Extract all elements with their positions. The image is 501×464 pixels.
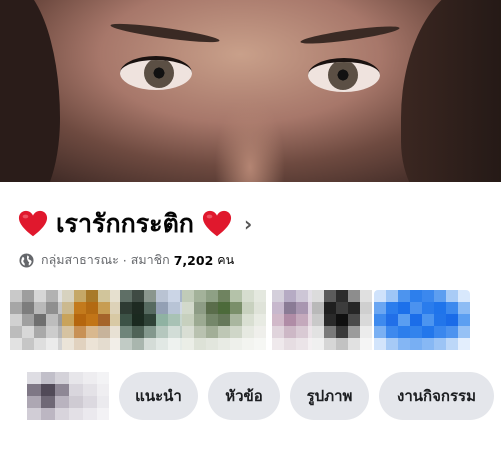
member-unit: คน [217, 252, 235, 267]
cover-brow-right [299, 23, 401, 47]
group-privacy: กลุ่มสาธารณะ [41, 252, 119, 267]
cover-eye-right [308, 58, 380, 92]
cover-brow-left [109, 20, 221, 46]
member-avatars[interactable] [10, 290, 480, 354]
members-label: สมาชิก [130, 252, 170, 267]
cover-nose [215, 95, 285, 182]
cover-hair-right [401, 0, 501, 182]
member-thumbnail[interactable] [27, 372, 109, 420]
chevron-right-icon[interactable]: › [244, 212, 252, 236]
heart-icon [202, 210, 232, 237]
member-avatar[interactable] [182, 290, 266, 354]
tab-photos-label: รูปภาพ [306, 387, 353, 405]
tab-topics[interactable]: หัวข้อ [208, 372, 280, 420]
globe-icon [19, 252, 34, 268]
tab-about-label: แนะนำ [135, 387, 182, 405]
group-name: เรารักกระติก [56, 210, 194, 238]
group-meta: กลุ่มสาธารณะ · สมาชิก 7,202 คน [19, 250, 234, 270]
cover-photo[interactable] [0, 0, 501, 182]
member-avatar[interactable] [374, 290, 470, 354]
member-avatar[interactable] [312, 290, 372, 354]
member-count: 7,202 [173, 252, 214, 268]
heart-icon [18, 210, 48, 237]
tab-photos[interactable]: รูปภาพ [290, 372, 369, 420]
cover-hair-left [0, 0, 60, 182]
tab-events-label: งานกิจกรรม [397, 387, 476, 405]
tab-about[interactable]: แนะนำ [119, 372, 198, 420]
tab-events[interactable]: งานกิจกรรม [379, 372, 494, 420]
member-avatar[interactable] [62, 290, 122, 354]
group-title-row[interactable]: เรารักกระติก › [18, 204, 252, 244]
meta-separator: · [122, 252, 127, 268]
group-tabs: แนะนำ หัวข้อ รูปภาพ งานกิจกรรม [22, 368, 501, 420]
tab-topics-label: หัวข้อ [225, 387, 263, 405]
cover-eye-left [120, 56, 192, 90]
